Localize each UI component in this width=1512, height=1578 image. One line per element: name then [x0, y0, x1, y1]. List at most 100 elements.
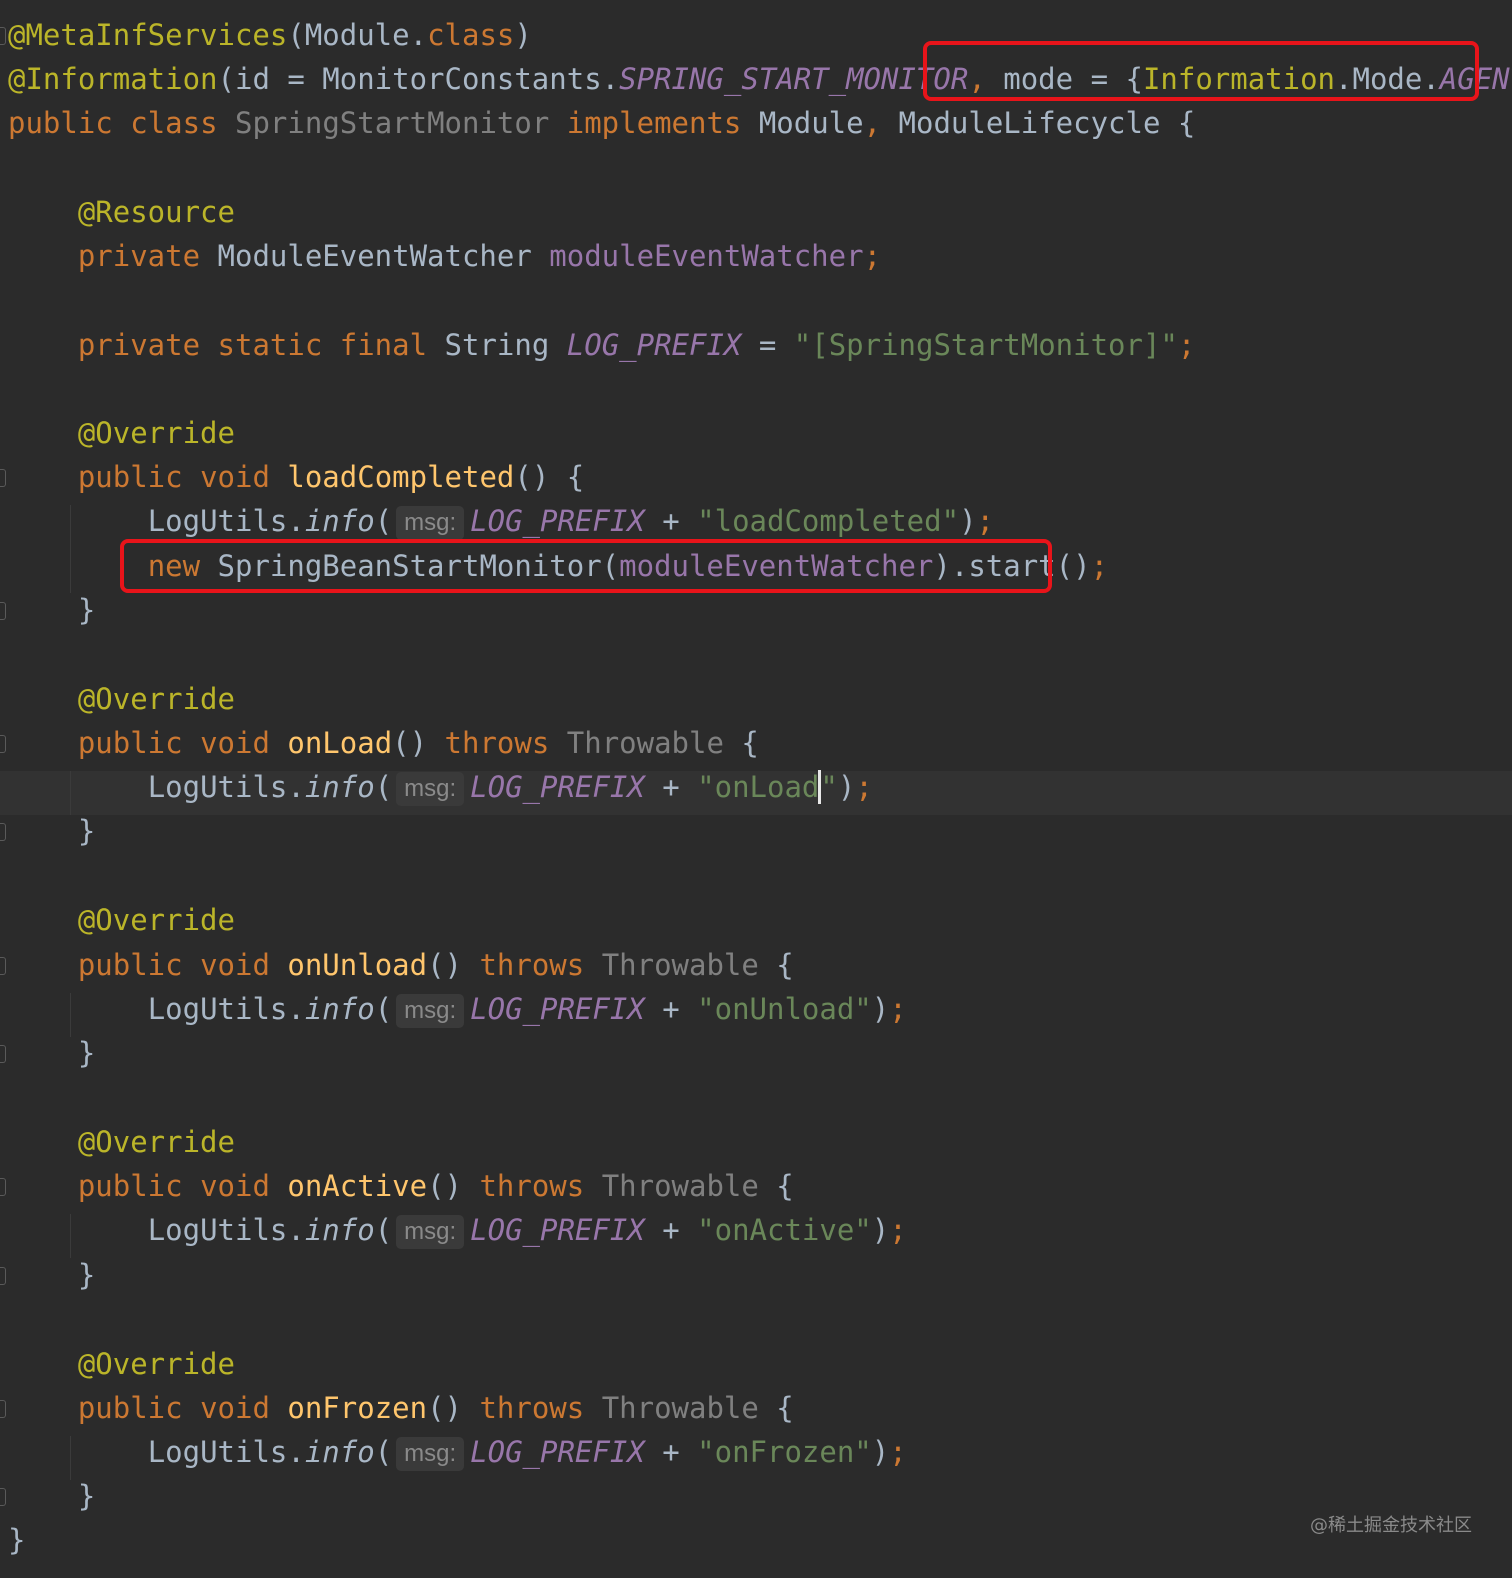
fold-marker-icon[interactable] — [0, 1267, 6, 1285]
keyword: throws — [444, 726, 550, 760]
code-line: LogUtils.info(msg: LOG_PREFIX + "onUnload… — [147, 992, 907, 1028]
code-line: public class SpringStartMonitor implemen… — [8, 106, 1196, 140]
annotation: @Override — [77, 1125, 235, 1159]
keyword: void — [200, 460, 270, 494]
keyword: throws — [479, 948, 585, 982]
type-name: ModuleLifecycle — [898, 106, 1161, 140]
type-name: LogUtils — [147, 504, 288, 538]
string-literal: "[SpringStartMonitor]" — [793, 328, 1178, 362]
method-name: onActive — [287, 1169, 428, 1203]
type-name: Module — [758, 106, 864, 140]
type-name: LogUtils — [147, 992, 288, 1026]
code-line: public void loadCompleted() { — [77, 460, 585, 494]
code-line: @Override — [8, 898, 235, 942]
type-name: ModuleEventWatcher — [217, 239, 532, 273]
code-line: } — [8, 593, 96, 627]
fold-marker-icon[interactable] — [0, 1045, 6, 1063]
string-literal: "onFrozen" — [697, 1435, 872, 1469]
method-call: info — [304, 1213, 375, 1247]
keyword: private — [77, 239, 201, 273]
constant: LOG_PREFIX — [470, 770, 645, 804]
type-name: LogUtils — [147, 770, 288, 804]
string-literal: "loadCompleted" — [697, 504, 960, 538]
annotation: @Override — [77, 416, 235, 450]
code-line: public void onActive() throws Throwable … — [77, 1169, 794, 1203]
method-call: info — [304, 770, 375, 804]
constant: LOG_PREFIX — [470, 992, 645, 1026]
code-line: LogUtils.info(msg: LOG_PREFIX + "onActive… — [147, 1213, 907, 1249]
type-name: Throwable — [566, 726, 724, 760]
code-editor[interactable]: @MetaInfServices(Module.class) @Informat… — [0, 0, 1512, 1578]
method-name: loadCompleted — [287, 460, 515, 494]
keyword: public — [77, 726, 183, 760]
keyword: void — [200, 726, 270, 760]
keyword: final — [339, 328, 428, 362]
code-line: @Override — [8, 411, 235, 455]
code-line: @Resource — [8, 190, 235, 234]
keyword: static — [217, 328, 323, 362]
constant: LOG_PREFIX — [566, 328, 742, 362]
code-line-current[interactable]: LogUtils.info(msg: LOG_PREFIX + "onLoad")… — [8, 765, 873, 809]
constant: LOG_PREFIX — [470, 1435, 645, 1469]
string-literal: "onUnload" — [697, 992, 872, 1026]
annotation: @Resource — [77, 195, 235, 229]
type-name: Throwable — [601, 1391, 759, 1425]
keyword: void — [200, 1391, 270, 1425]
class-name: SpringStartMonitor — [235, 106, 550, 140]
fold-marker-icon[interactable] — [0, 735, 6, 753]
method-name: onUnload — [287, 948, 428, 982]
keyword: private — [77, 328, 201, 362]
keyword: public — [77, 1169, 183, 1203]
code-line: @Override — [8, 1342, 235, 1386]
code-line: @Override — [8, 677, 235, 721]
fold-marker-icon[interactable] — [0, 823, 6, 841]
watermark: @稀土掘金技术社区 — [1310, 1515, 1472, 1536]
annotation: @Override — [77, 1347, 235, 1381]
constant: LOG_PREFIX — [470, 504, 645, 538]
parameter-hint: msg: — [396, 994, 465, 1028]
fold-marker-icon[interactable] — [0, 1400, 6, 1418]
code-line: public void onFrozen() throws Throwable … — [77, 1391, 794, 1425]
keyword: public — [77, 1391, 183, 1425]
parameter-hint: msg: — [396, 1215, 465, 1249]
string-literal: " — [820, 770, 838, 804]
method-name: onFrozen — [287, 1391, 428, 1425]
parameter-hint: msg: — [396, 506, 465, 540]
code-line: public void onLoad() throws Throwable { — [77, 726, 759, 760]
type-name: Throwable — [601, 1169, 759, 1203]
code-line: public void onUnload() throws Throwable … — [77, 948, 794, 982]
annotation: @Override — [77, 903, 235, 937]
code-line: LogUtils.info(msg: LOG_PREFIX + "loadComp… — [147, 504, 995, 540]
keyword: class — [130, 106, 218, 140]
code-line: @MetaInfServices(Module.class) — [8, 18, 532, 52]
code-line: private static final String LOG_PREFIX =… — [77, 328, 1196, 362]
fold-marker-icon[interactable] — [0, 1488, 6, 1506]
annotation: @Override — [77, 682, 235, 716]
keyword: void — [200, 1169, 270, 1203]
string-literal: "onLoad — [697, 770, 820, 804]
highlight-box-start-call — [120, 539, 1052, 593]
constant: SPRING_START_MONITOR — [619, 62, 969, 96]
type-name: Module — [304, 18, 410, 52]
keyword: class — [427, 18, 515, 52]
type-name: MonitorConstants — [322, 62, 602, 96]
keyword: throws — [479, 1169, 585, 1203]
annotation: @MetaInfServices — [8, 18, 288, 52]
code-line: } — [8, 1479, 96, 1513]
fold-marker-icon[interactable] — [0, 957, 6, 975]
constant: LOG_PREFIX — [470, 1213, 645, 1247]
code-line: } — [8, 1523, 26, 1557]
method-call: info — [304, 1435, 375, 1469]
type-name: Throwable — [601, 948, 759, 982]
keyword: public — [77, 948, 183, 982]
code-line: } — [8, 1258, 96, 1292]
code-line: private ModuleEventWatcher moduleEventWa… — [77, 239, 882, 273]
fold-marker-icon[interactable] — [0, 1178, 6, 1196]
keyword: void — [200, 948, 270, 982]
fold-marker-icon[interactable] — [0, 602, 6, 620]
fold-marker-icon[interactable] — [0, 27, 6, 45]
fold-marker-icon[interactable] — [0, 469, 6, 487]
keyword: throws — [479, 1391, 585, 1425]
type-name: LogUtils — [147, 1213, 288, 1247]
annotation-attribute: id — [234, 62, 270, 96]
